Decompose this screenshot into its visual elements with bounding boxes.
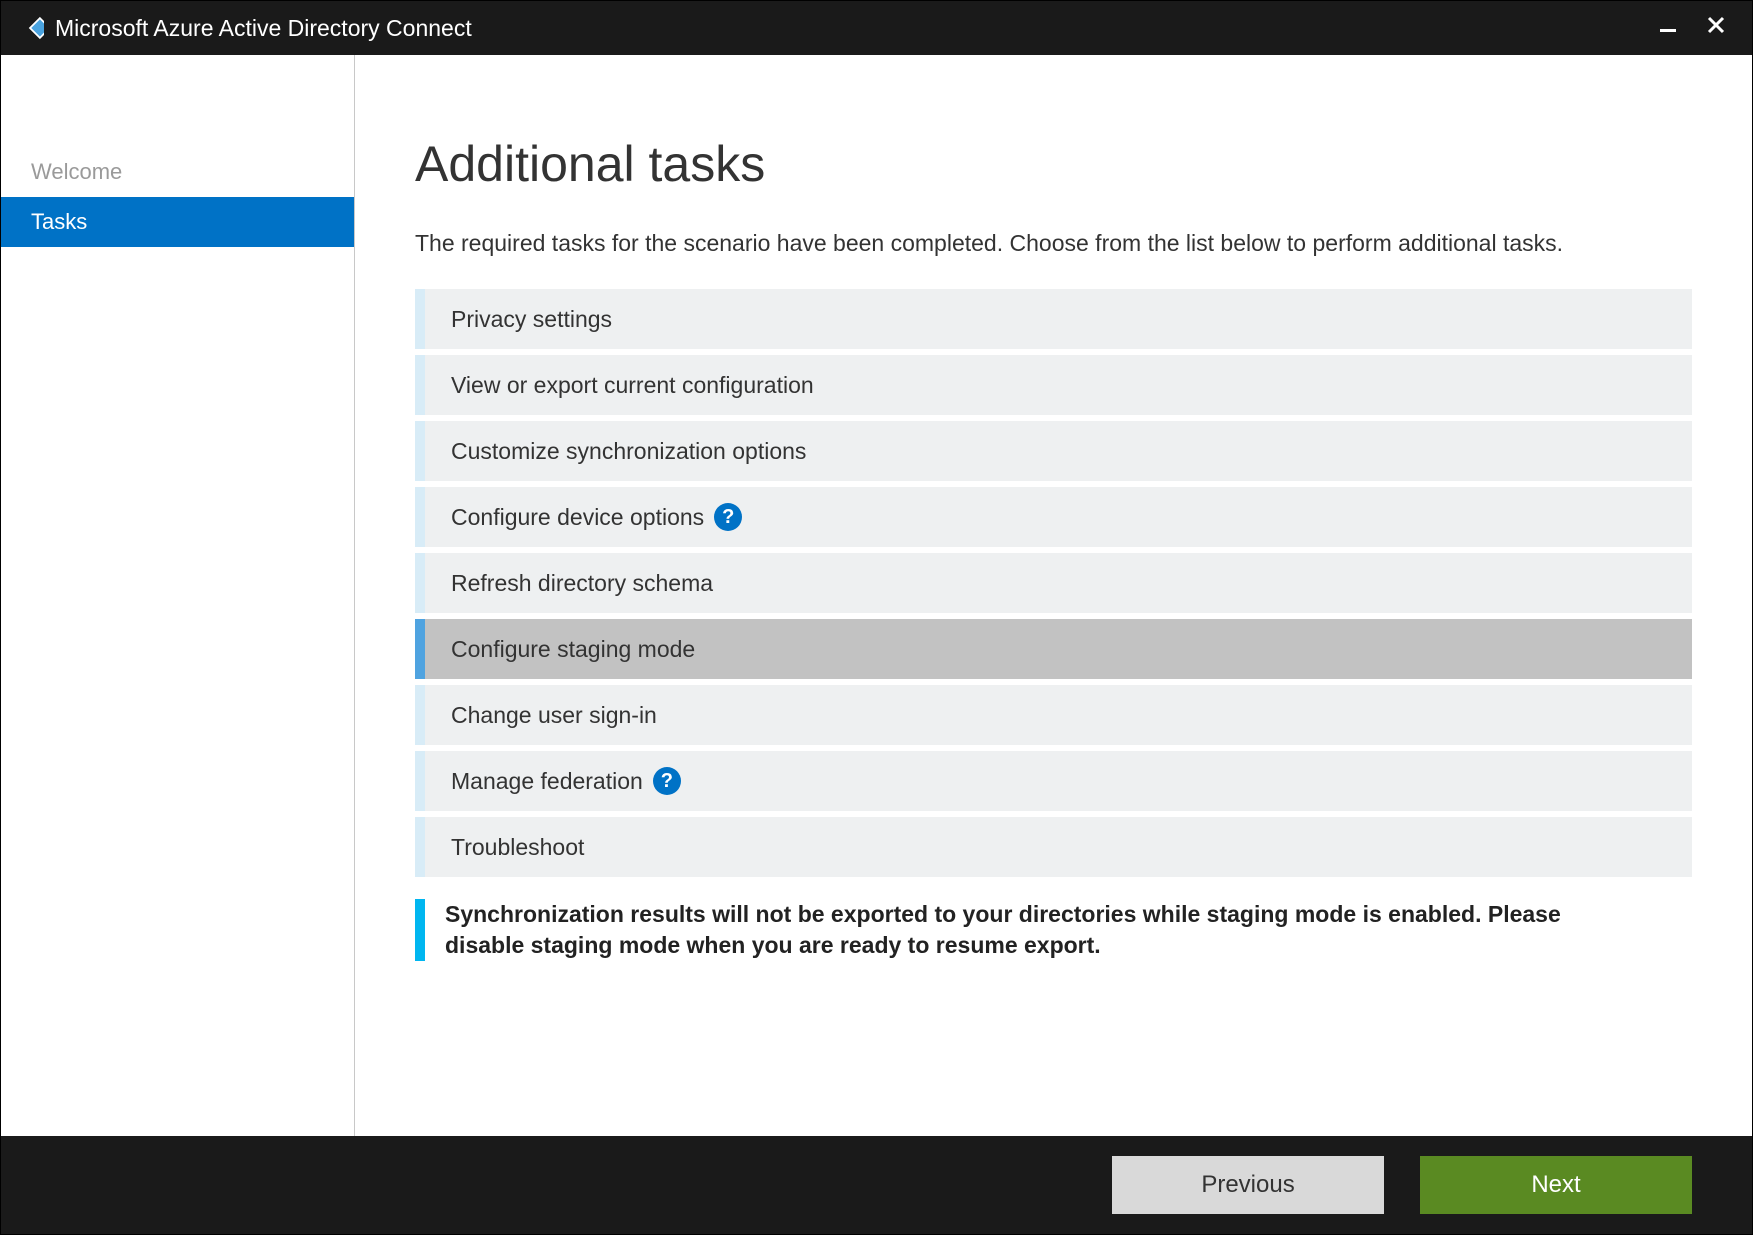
task-accent [415, 289, 425, 349]
main-panel: Additional tasks The required tasks for … [355, 55, 1752, 1136]
task-privacy-settings[interactable]: Privacy settings [415, 289, 1692, 349]
task-change-user-signin[interactable]: Change user sign-in [415, 685, 1692, 745]
help-icon[interactable]: ? [714, 503, 742, 531]
minimize-icon[interactable] [1658, 14, 1678, 42]
sidebar-step-label: Welcome [31, 159, 122, 184]
titlebar: Microsoft Azure Active Directory Connect [1, 1, 1752, 55]
task-troubleshoot[interactable]: Troubleshoot [415, 817, 1692, 877]
task-label: Manage federation [425, 768, 643, 795]
help-icon[interactable]: ? [653, 767, 681, 795]
task-label: Refresh directory schema [425, 570, 713, 597]
task-list: Privacy settings View or export current … [415, 289, 1692, 877]
task-accent [415, 685, 425, 745]
app-window: Microsoft Azure Active Directory Connect… [0, 0, 1753, 1235]
app-title: Microsoft Azure Active Directory Connect [55, 15, 1658, 42]
notice-text: Synchronization results will not be expo… [425, 899, 1585, 961]
task-configure-device-options[interactable]: Configure device options ? [415, 487, 1692, 547]
sidebar-step-label: Tasks [31, 209, 87, 234]
task-label: Customize synchronization options [425, 438, 806, 465]
wizard-sidebar: Welcome Tasks [1, 55, 355, 1136]
task-label: Configure device options [425, 504, 704, 531]
app-body: Welcome Tasks Additional tasks The requi… [1, 55, 1752, 1136]
task-accent [415, 817, 425, 877]
close-icon[interactable] [1706, 14, 1726, 42]
task-accent [415, 553, 425, 613]
azure-ad-connect-icon [15, 13, 45, 43]
task-accent [415, 355, 425, 415]
page-heading: Additional tasks [415, 135, 1692, 193]
task-label: Troubleshoot [425, 834, 584, 861]
wizard-footer: Previous Next [1, 1136, 1752, 1234]
page-intro: The required tasks for the scenario have… [415, 227, 1635, 259]
task-manage-federation[interactable]: Manage federation ? [415, 751, 1692, 811]
sidebar-step-tasks[interactable]: Tasks [1, 197, 354, 247]
task-label: View or export current configuration [425, 372, 814, 399]
task-label: Privacy settings [425, 306, 612, 333]
window-controls [1658, 14, 1738, 42]
task-accent [415, 619, 425, 679]
task-view-export-config[interactable]: View or export current configuration [415, 355, 1692, 415]
staging-mode-notice: Synchronization results will not be expo… [415, 899, 1692, 961]
task-refresh-schema[interactable]: Refresh directory schema [415, 553, 1692, 613]
next-button[interactable]: Next [1420, 1156, 1692, 1214]
task-customize-sync[interactable]: Customize synchronization options [415, 421, 1692, 481]
sidebar-step-welcome[interactable]: Welcome [1, 147, 354, 197]
task-label: Configure staging mode [425, 636, 695, 663]
previous-button[interactable]: Previous [1112, 1156, 1384, 1214]
notice-accent [415, 899, 425, 961]
task-label: Change user sign-in [425, 702, 657, 729]
task-accent [415, 751, 425, 811]
task-configure-staging-mode[interactable]: Configure staging mode [415, 619, 1692, 679]
task-accent [415, 421, 425, 481]
task-accent [415, 487, 425, 547]
